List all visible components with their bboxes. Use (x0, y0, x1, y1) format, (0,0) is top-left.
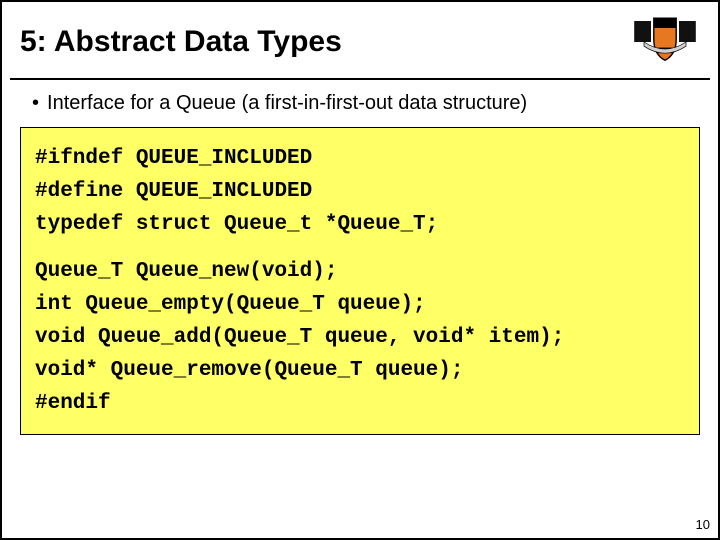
code-line: void Queue_add(Queue_T queue, void* item… (35, 321, 685, 354)
code-line: Queue_T Queue_new(void); (35, 255, 685, 288)
code-line: typedef struct Queue_t *Queue_T; (35, 208, 685, 241)
code-line: #endif (35, 387, 685, 420)
code-line: int Queue_empty(Queue_T queue); (35, 288, 685, 321)
princeton-shield-icon (630, 12, 700, 72)
bullet-dot-icon: • (32, 92, 39, 114)
code-line: #ifndef QUEUE_INCLUDED (35, 142, 685, 175)
bullet-text: Interface for a Queue (a first-in-first-… (47, 92, 527, 114)
slide-title: 5: Abstract Data Types (20, 25, 342, 59)
bullet-line: • Interface for a Queue (a first-in-first… (2, 80, 718, 123)
code-line: #define QUEUE_INCLUDED (35, 175, 685, 208)
code-line: void* Queue_remove(Queue_T queue); (35, 354, 685, 387)
code-box: #ifndef QUEUE_INCLUDED #define QUEUE_INC… (20, 127, 700, 435)
title-row: 5: Abstract Data Types (2, 2, 718, 78)
code-blank-line (35, 241, 685, 255)
slide: 5: Abstract Data Types • Interface for a … (0, 0, 720, 540)
page-number: 10 (694, 517, 712, 532)
